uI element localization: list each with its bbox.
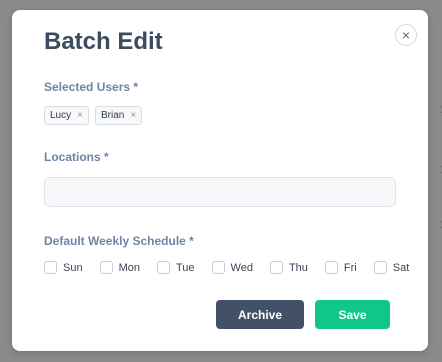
modal-title: Batch Edit [44, 28, 163, 55]
checkbox-icon[interactable] [269, 261, 283, 274]
user-tag-name: Brian [100, 110, 125, 121]
batch-edit-modal: × Batch Edit Selected Users * Lucy × Bri… [12, 10, 428, 351]
day-label: Sat [392, 261, 410, 274]
day-checkbox-wed[interactable]: Wed [211, 261, 253, 274]
day-checkbox-tue[interactable]: Tue [156, 261, 195, 274]
weekly-schedule-days: Sun Mon Tue Wed Thu Fri Sat [44, 261, 426, 274]
checkbox-icon[interactable] [324, 261, 338, 274]
day-checkbox-sun[interactable]: Sun [44, 261, 83, 274]
day-label: Thu [288, 261, 308, 274]
day-checkbox-thu[interactable]: Thu [269, 261, 308, 274]
day-label: Wed [230, 261, 253, 274]
close-button[interactable]: × [395, 24, 417, 46]
archive-button[interactable]: Archive [216, 300, 304, 329]
selected-users-label: Selected Users * [44, 80, 139, 94]
day-checkbox-fri[interactable]: Fri [324, 261, 357, 274]
selected-users-tags: Lucy × Brian × [44, 106, 143, 125]
checkbox-icon[interactable] [44, 261, 57, 274]
save-button[interactable]: Save [315, 300, 390, 329]
day-label: Mon [118, 261, 140, 274]
user-tag-brian: Brian × [94, 106, 143, 125]
user-tag-name: Lucy [50, 110, 72, 121]
checkbox-icon[interactable] [156, 261, 170, 274]
close-icon: × [401, 27, 411, 43]
day-label: Sun [63, 261, 83, 274]
locations-input[interactable] [44, 177, 396, 207]
checkbox-icon[interactable] [211, 261, 225, 274]
schedule-label: Default Weekly Schedule * [44, 234, 194, 248]
day-checkbox-mon[interactable]: Mon [99, 261, 140, 274]
checkbox-icon[interactable] [99, 261, 113, 274]
day-label: Tue [175, 261, 195, 274]
day-checkbox-sat[interactable]: Sat [373, 261, 410, 274]
locations-label: Locations * [44, 150, 109, 164]
day-label: Fri [343, 261, 357, 274]
user-tag-lucy: Lucy × [44, 106, 89, 125]
remove-tag-icon[interactable]: × [77, 110, 83, 121]
checkbox-icon[interactable] [373, 261, 387, 274]
remove-tag-icon[interactable]: × [130, 110, 136, 121]
